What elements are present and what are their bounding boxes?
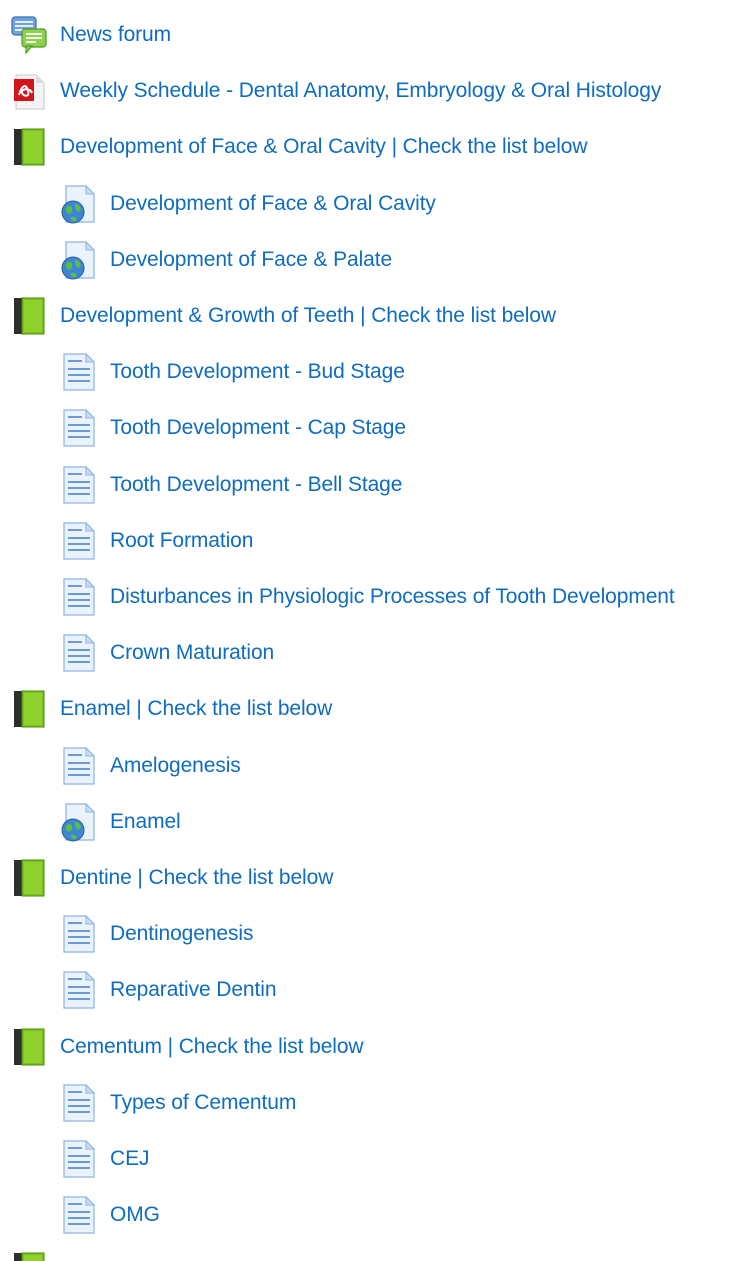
- activity-link[interactable]: Root Formation: [110, 529, 253, 553]
- activity-item[interactable]: Development of Face & Oral Cavity | Chec…: [0, 119, 588, 175]
- sub-activity-item[interactable]: Tooth Development - Bell Stage: [0, 457, 402, 513]
- sub-activity-item[interactable]: Tooth Development - Cap Stage: [0, 400, 406, 456]
- page-icon: [60, 1139, 98, 1179]
- url-icon: [60, 802, 98, 842]
- book-icon: [10, 1251, 48, 1261]
- activity-link[interactable]: OMG: [110, 1203, 160, 1227]
- activity-link[interactable]: Tooth Development - Bell Stage: [110, 473, 402, 497]
- url-icon: [60, 240, 98, 280]
- sub-activity-item[interactable]: Types of Cementum: [0, 1075, 296, 1131]
- pdf-icon: [10, 71, 48, 111]
- activity-item[interactable]: Development & Growth of Teeth | Check th…: [0, 288, 556, 344]
- activity-link[interactable]: Weekly Schedule - Dental Anatomy, Embryo…: [60, 79, 661, 103]
- forum-icon: [10, 15, 48, 55]
- book-icon: [10, 858, 48, 898]
- book-icon: [10, 1027, 48, 1067]
- sub-activity-item[interactable]: OMG: [0, 1187, 160, 1243]
- activity-item[interactable]: Dentine | Check the list below: [0, 850, 333, 906]
- sub-activity-item[interactable]: CEJ: [0, 1131, 149, 1187]
- sub-activity-item[interactable]: Enamel: [0, 794, 181, 850]
- activity-list: News forum Weekly Schedule - Dental Anat…: [0, 0, 756, 1261]
- activity-link[interactable]: Crown Maturation: [110, 641, 274, 665]
- activity-link[interactable]: Tooth Development - Bud Stage: [110, 360, 405, 384]
- page-icon: [60, 746, 98, 786]
- activity-link[interactable]: Development of Face & Palate: [110, 248, 392, 272]
- book-icon: [10, 127, 48, 167]
- sub-activity-item[interactable]: Amelogenesis: [0, 738, 241, 794]
- activity-link[interactable]: Enamel | Check the list below: [60, 697, 332, 721]
- activity-item[interactable]: [0, 1243, 60, 1261]
- activity-link[interactable]: Cementum | Check the list below: [60, 1035, 364, 1059]
- sub-activity-item[interactable]: Reparative Dentin: [0, 962, 277, 1018]
- sub-activity-item[interactable]: Development of Face & Oral Cavity: [0, 176, 436, 232]
- activity-item[interactable]: Enamel | Check the list below: [0, 681, 332, 737]
- page-icon: [60, 970, 98, 1010]
- activity-link[interactable]: Tooth Development - Cap Stage: [110, 416, 406, 440]
- activity-link[interactable]: CEJ: [110, 1147, 149, 1171]
- activity-link[interactable]: Types of Cementum: [110, 1091, 296, 1115]
- sub-activity-item[interactable]: Development of Face & Palate: [0, 232, 392, 288]
- activity-item[interactable]: Cementum | Check the list below: [0, 1019, 364, 1075]
- page-icon: [60, 1195, 98, 1235]
- activity-link[interactable]: News forum: [60, 23, 171, 47]
- page-icon: [60, 465, 98, 505]
- page-icon: [60, 408, 98, 448]
- activity-link[interactable]: Disturbances in Physiologic Processes of…: [110, 585, 675, 609]
- page-icon: [60, 521, 98, 561]
- page-icon: [60, 1083, 98, 1123]
- sub-activity-item[interactable]: Disturbances in Physiologic Processes of…: [0, 569, 675, 625]
- sub-activity-item[interactable]: Tooth Development - Bud Stage: [0, 344, 405, 400]
- page-icon: [60, 352, 98, 392]
- activity-item[interactable]: News forum: [0, 7, 171, 63]
- activity-link[interactable]: Development & Growth of Teeth | Check th…: [60, 304, 556, 328]
- url-icon: [60, 184, 98, 224]
- activity-link[interactable]: Reparative Dentin: [110, 978, 277, 1002]
- activity-link[interactable]: Development of Face & Oral Cavity | Chec…: [60, 135, 588, 159]
- book-icon: [10, 296, 48, 336]
- activity-link[interactable]: Enamel: [110, 810, 181, 834]
- page-icon: [60, 914, 98, 954]
- activity-link[interactable]: Amelogenesis: [110, 754, 241, 778]
- activity-link[interactable]: Dentinogenesis: [110, 922, 253, 946]
- sub-activity-item[interactable]: Root Formation: [0, 513, 253, 569]
- book-icon: [10, 689, 48, 729]
- page-icon: [60, 577, 98, 617]
- page-icon: [60, 633, 98, 673]
- sub-activity-item[interactable]: Dentinogenesis: [0, 906, 253, 962]
- activity-item[interactable]: Weekly Schedule - Dental Anatomy, Embryo…: [0, 63, 661, 119]
- activity-link[interactable]: Development of Face & Oral Cavity: [110, 192, 436, 216]
- sub-activity-item[interactable]: Crown Maturation: [0, 625, 274, 681]
- activity-link[interactable]: Dentine | Check the list below: [60, 866, 333, 890]
